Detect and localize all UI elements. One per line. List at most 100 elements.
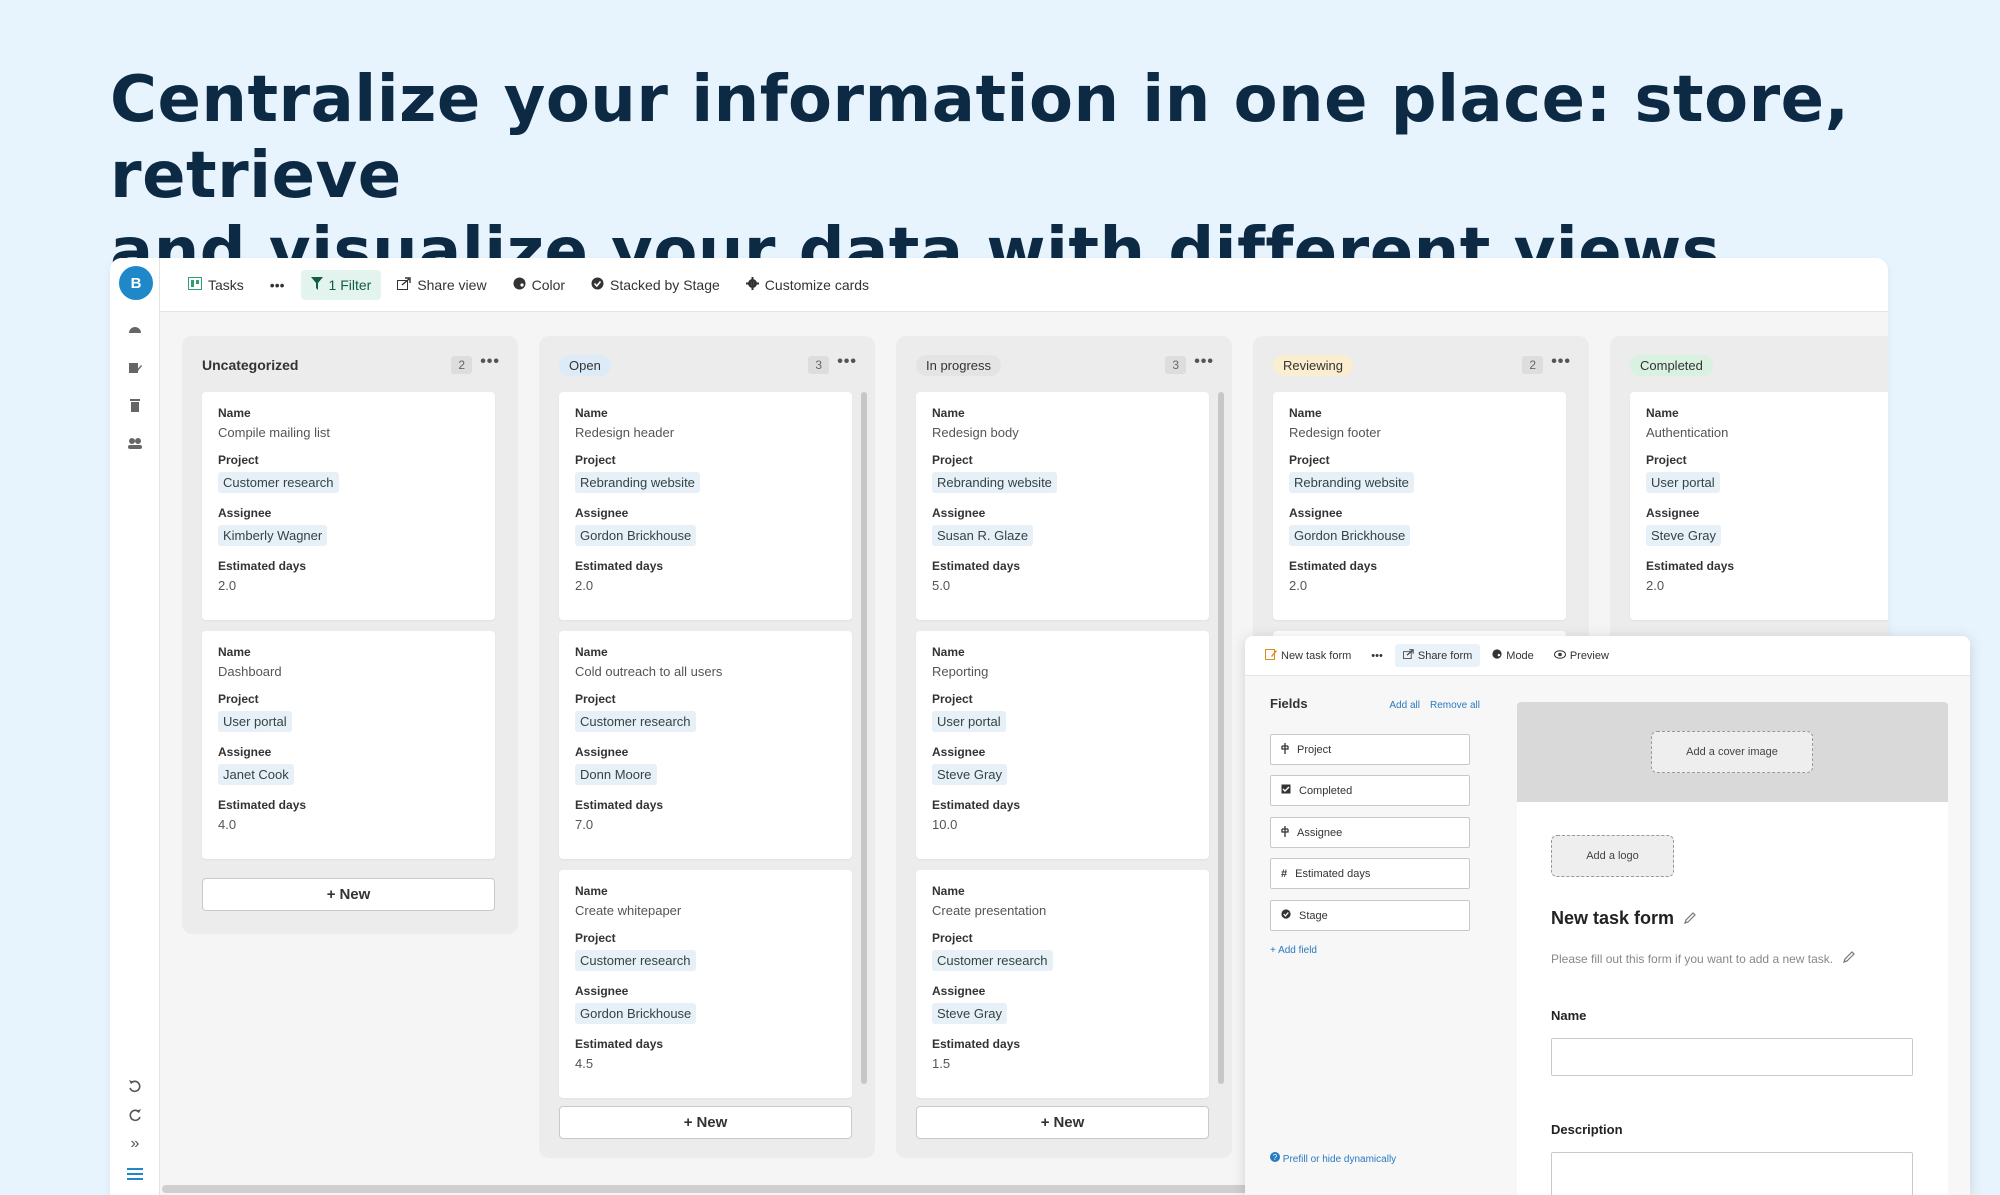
task-card[interactable]: Name Create whitepaper Project Customer … <box>559 870 852 1098</box>
new-card-button[interactable]: + New <box>916 1106 1209 1139</box>
column-more-button[interactable]: ••• <box>480 353 500 371</box>
assignee-chip[interactable]: Gordon Brickhouse <box>575 1003 697 1024</box>
field-label: Project <box>575 692 616 706</box>
add-field-link[interactable]: + Add field <box>1270 945 1317 956</box>
task-card[interactable]: Name Redesign header Project Rebranding … <box>559 392 852 620</box>
field-label: Project <box>932 692 973 706</box>
new-card-button[interactable]: + New <box>559 1106 852 1139</box>
board-horizontal-scrollbar[interactable] <box>162 1185 1362 1193</box>
remove-all-link[interactable]: Remove all <box>1430 700 1480 711</box>
field-label: Estimated days <box>1289 559 1378 573</box>
prefill-link[interactable]: ? Prefill or hide dynamically <box>1270 1152 1396 1165</box>
form-toolbar: New task form ••• Share form Mode Previe… <box>1245 636 1970 676</box>
mode-button[interactable]: Mode <box>1484 644 1542 667</box>
project-chip[interactable]: Rebranding website <box>932 472 1057 493</box>
trash-icon[interactable] <box>125 395 145 415</box>
undo-icon[interactable] <box>125 1076 145 1096</box>
add-cover-image-button[interactable]: Add a cover image <box>1651 731 1813 773</box>
assignee-chip[interactable]: Steve Gray <box>1646 525 1722 546</box>
column-more-button[interactable]: ••• <box>1194 353 1214 371</box>
eye-icon <box>1553 649 1566 662</box>
task-card[interactable]: Name Reporting Project User portal Assig… <box>916 631 1209 859</box>
share-form-button[interactable]: Share form <box>1394 644 1481 667</box>
assignee-chip[interactable]: Gordon Brickhouse <box>1289 525 1411 546</box>
field-label: Name <box>1646 406 1679 420</box>
task-name: Compile mailing list <box>218 425 330 440</box>
color-button[interactable]: Color <box>503 270 575 300</box>
edit-icon[interactable] <box>125 358 145 378</box>
view-selector[interactable]: Tasks <box>178 270 254 300</box>
task-card[interactable]: Name Redesign footer Project Rebranding … <box>1273 392 1566 620</box>
assignee-chip[interactable]: Janet Cook <box>218 764 294 785</box>
field-label: Estimated days <box>932 1037 1021 1051</box>
task-card[interactable]: Name Cold outreach to all users Project … <box>559 631 852 859</box>
form-name: New task form <box>1281 649 1352 662</box>
name-input[interactable] <box>1551 1038 1913 1076</box>
field-project[interactable]: Project <box>1270 734 1470 765</box>
form-title[interactable]: New task form <box>1551 908 1696 929</box>
assignee-chip[interactable]: Gordon Brickhouse <box>575 525 697 546</box>
task-card[interactable]: Name Authentication Project User portal … <box>1630 392 1888 620</box>
column-more-button[interactable]: ••• <box>1551 353 1571 371</box>
description-input[interactable] <box>1551 1152 1913 1195</box>
project-chip[interactable]: User portal <box>218 711 292 732</box>
field-assignee[interactable]: Assignee <box>1270 817 1470 848</box>
project-chip[interactable]: Customer research <box>575 711 696 732</box>
project-chip[interactable]: Customer research <box>575 950 696 971</box>
dashboard-icon[interactable] <box>125 320 145 340</box>
expand-icon[interactable]: » <box>125 1134 145 1154</box>
task-card[interactable]: Name Compile mailing list Project Custom… <box>202 392 495 620</box>
workspace-avatar[interactable]: B <box>119 266 153 300</box>
share-form-label: Share form <box>1417 649 1473 662</box>
field-label: Estimated days <box>575 559 664 573</box>
task-card[interactable]: Name Dashboard Project User portal Assig… <box>202 631 495 859</box>
assignee-chip[interactable]: Susan R. Glaze <box>932 525 1034 546</box>
view-more-button[interactable]: ••• <box>260 270 295 300</box>
new-card-button[interactable]: + New <box>202 878 495 911</box>
field-estimated-days[interactable]: # Estimated days <box>1270 858 1470 889</box>
menu-icon[interactable] <box>125 1164 145 1184</box>
share-view-button[interactable]: Share view <box>387 270 496 300</box>
task-card[interactable]: Name Redesign body Project Rebranding we… <box>916 392 1209 620</box>
project-chip[interactable]: Customer research <box>932 950 1053 971</box>
field-completed[interactable]: Completed <box>1270 775 1470 806</box>
column-more-button[interactable]: ••• <box>837 353 857 371</box>
hash-icon: # <box>1281 867 1288 880</box>
column-scrollbar[interactable] <box>861 392 867 1084</box>
field-label: Estimated days <box>932 798 1021 812</box>
palette-icon <box>1492 649 1502 662</box>
form-edit-icon <box>1265 648 1277 663</box>
assignee-chip[interactable]: Kimberly Wagner <box>218 525 328 546</box>
field-label: Name <box>932 884 965 898</box>
pencil-icon[interactable] <box>1843 951 1855 966</box>
field-label: Project <box>575 931 616 945</box>
assignee-chip[interactable]: Donn Moore <box>575 764 657 785</box>
project-chip[interactable]: Rebranding website <box>1289 472 1414 493</box>
project-chip[interactable]: Rebranding website <box>575 472 700 493</box>
form-more-button[interactable]: ••• <box>1363 645 1391 667</box>
task-name: Redesign body <box>932 425 1019 440</box>
assignee-chip[interactable]: Steve Gray <box>932 1003 1008 1024</box>
project-chip[interactable]: User portal <box>932 711 1006 732</box>
form-description[interactable]: Please fill out this form if you want to… <box>1551 951 1855 966</box>
redo-icon[interactable] <box>125 1105 145 1125</box>
pencil-icon[interactable] <box>1684 908 1696 929</box>
add-logo-button[interactable]: Add a logo <box>1551 835 1674 877</box>
preview-button[interactable]: Preview <box>1546 645 1617 667</box>
assignee-chip[interactable]: Steve Gray <box>932 764 1008 785</box>
filter-button[interactable]: 1 Filter <box>300 269 382 300</box>
project-chip[interactable]: User portal <box>1646 472 1720 493</box>
customize-cards-button[interactable]: Customize cards <box>736 270 879 300</box>
task-card[interactable]: Name Create presentation Project Custome… <box>916 870 1209 1098</box>
form-selector[interactable]: New task form <box>1257 643 1359 668</box>
field-label: Assignee <box>932 745 986 759</box>
project-chip[interactable]: Customer research <box>218 472 339 493</box>
field-stage[interactable]: Stage <box>1270 900 1470 931</box>
users-icon[interactable] <box>125 433 145 453</box>
left-sidebar: B » <box>110 258 160 1195</box>
help-icon: ? <box>1270 1152 1283 1165</box>
stacked-by-button[interactable]: Stacked by Stage <box>581 270 730 300</box>
column-count: 2 <box>451 356 472 374</box>
add-all-link[interactable]: Add all <box>1389 700 1420 711</box>
column-scrollbar[interactable] <box>1218 392 1224 1084</box>
